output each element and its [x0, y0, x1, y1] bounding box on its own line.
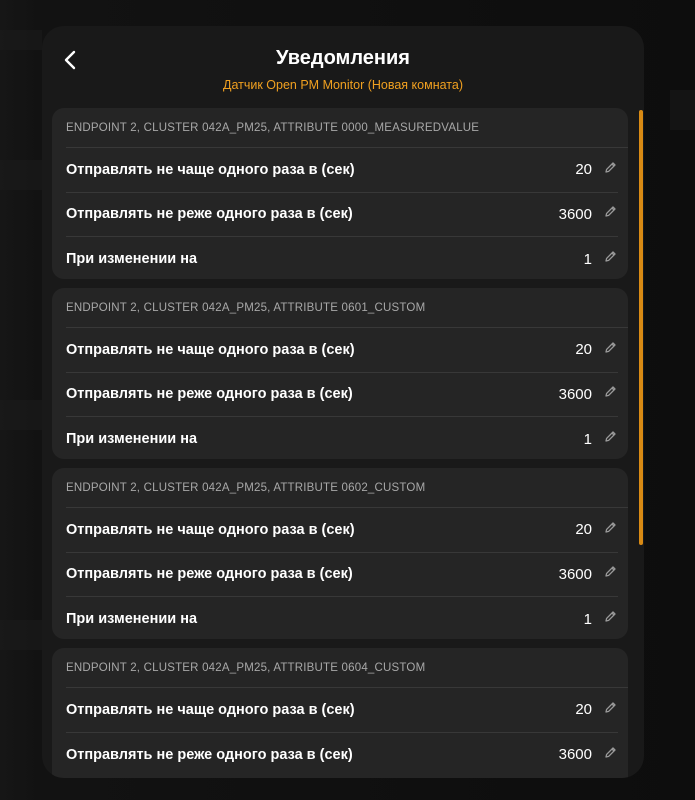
- setting-value: 1: [583, 250, 592, 268]
- setting-label: Отправлять не чаще одного раза в (сек): [66, 521, 355, 538]
- pencil-icon: [604, 610, 617, 628]
- setting-row[interactable]: Отправлять не реже одного раза в (сек) 36…: [66, 733, 618, 778]
- edit-button[interactable]: [602, 702, 618, 718]
- setting-label: При изменении на: [66, 611, 198, 628]
- card-title: ENDPOINT 2, CLUSTER 042A_PM25, ATTRIBUTE…: [66, 108, 628, 148]
- pencil-icon: [604, 521, 617, 539]
- attribute-card: ENDPOINT 2, CLUSTER 042A_PM25, ATTRIBUTE…: [52, 648, 628, 778]
- edit-button[interactable]: [602, 566, 618, 582]
- edit-button[interactable]: [602, 522, 618, 538]
- edit-button[interactable]: [602, 162, 618, 178]
- pencil-icon: [604, 250, 617, 268]
- setting-value: 20: [575, 341, 592, 359]
- edit-button[interactable]: [602, 431, 618, 447]
- pencil-icon: [604, 205, 617, 223]
- notifications-dialog: Уведомления Датчик Open PM Monitor (Нова…: [42, 26, 644, 778]
- edit-button[interactable]: [602, 386, 618, 402]
- pencil-icon: [604, 161, 617, 179]
- setting-label: Отправлять не чаще одного раза в (сек): [66, 701, 355, 718]
- setting-value: 3600: [558, 385, 592, 403]
- background-item: [0, 620, 42, 650]
- setting-row[interactable]: Отправлять не чаще одного раза в (сек) 20: [66, 688, 618, 733]
- setting-label: Отправлять не реже одного раза в (сек): [66, 206, 353, 223]
- setting-value: 20: [575, 521, 592, 539]
- dialog-header: Уведомления Датчик Open PM Monitor (Нова…: [42, 26, 644, 106]
- attribute-card: ENDPOINT 2, CLUSTER 042A_PM25, ATTRIBUTE…: [52, 468, 628, 639]
- attribute-card: ENDPOINT 2, CLUSTER 042A_PM25, ATTRIBUTE…: [52, 108, 628, 279]
- card-title: ENDPOINT 2, CLUSTER 042A_PM25, ATTRIBUTE…: [66, 288, 628, 328]
- setting-row[interactable]: При изменении на 1: [66, 417, 618, 462]
- pencil-icon: [604, 565, 617, 583]
- edit-button[interactable]: [602, 747, 618, 763]
- background-item: [0, 160, 42, 190]
- setting-value: 20: [575, 161, 592, 179]
- edit-button[interactable]: [602, 251, 618, 267]
- background-item: [0, 30, 42, 50]
- edit-button[interactable]: [602, 206, 618, 222]
- setting-label: Отправлять не реже одного раза в (сек): [66, 746, 353, 763]
- setting-row[interactable]: При изменении на 1: [66, 597, 618, 642]
- setting-label: Отправлять не реже одного раза в (сек): [66, 566, 353, 583]
- setting-row[interactable]: При изменении на 1: [66, 237, 618, 282]
- pencil-icon: [604, 385, 617, 403]
- card-title: ENDPOINT 2, CLUSTER 042A_PM25, ATTRIBUTE…: [66, 468, 628, 508]
- pencil-icon: [604, 341, 617, 359]
- setting-value: 3600: [558, 205, 592, 223]
- setting-label: Отправлять не чаще одного раза в (сек): [66, 161, 355, 178]
- setting-row[interactable]: Отправлять не чаще одного раза в (сек) 20: [66, 328, 618, 373]
- pencil-icon: [604, 701, 617, 719]
- settings-list[interactable]: ENDPOINT 2, CLUSTER 042A_PM25, ATTRIBUTE…: [52, 108, 628, 778]
- card-title: ENDPOINT 2, CLUSTER 042A_PM25, ATTRIBUTE…: [66, 648, 628, 688]
- page-title: Уведомления: [276, 47, 410, 69]
- setting-label: Отправлять не чаще одного раза в (сек): [66, 341, 355, 358]
- setting-label: При изменении на: [66, 251, 198, 268]
- setting-row[interactable]: Отправлять не чаще одного раза в (сек) 20: [66, 148, 618, 193]
- setting-value: 1: [583, 610, 592, 628]
- setting-label: Отправлять не реже одного раза в (сек): [66, 386, 353, 403]
- setting-label: При изменении на: [66, 431, 198, 448]
- setting-row[interactable]: Отправлять не реже одного раза в (сек) 36…: [66, 553, 618, 597]
- device-subtitle: Датчик Open PM Monitor (Новая комната): [222, 78, 463, 92]
- background-item: [670, 90, 695, 130]
- setting-row[interactable]: Отправлять не реже одного раза в (сек) 36…: [66, 193, 618, 237]
- attribute-card: ENDPOINT 2, CLUSTER 042A_PM25, ATTRIBUTE…: [52, 288, 628, 459]
- setting-value: 1: [583, 430, 592, 448]
- edit-button[interactable]: [602, 611, 618, 627]
- setting-value: 20: [575, 701, 592, 719]
- scrollbar[interactable]: [639, 110, 643, 778]
- setting-value: 3600: [558, 746, 592, 764]
- pencil-icon: [604, 430, 617, 448]
- setting-row[interactable]: Отправлять не реже одного раза в (сек) 36…: [66, 373, 618, 417]
- scrollbar-thumb[interactable]: [639, 110, 643, 545]
- setting-value: 3600: [558, 565, 592, 583]
- edit-button[interactable]: [602, 342, 618, 358]
- pencil-icon: [604, 746, 617, 764]
- background-item: [0, 400, 42, 430]
- setting-row[interactable]: Отправлять не чаще одного раза в (сек) 20: [66, 508, 618, 553]
